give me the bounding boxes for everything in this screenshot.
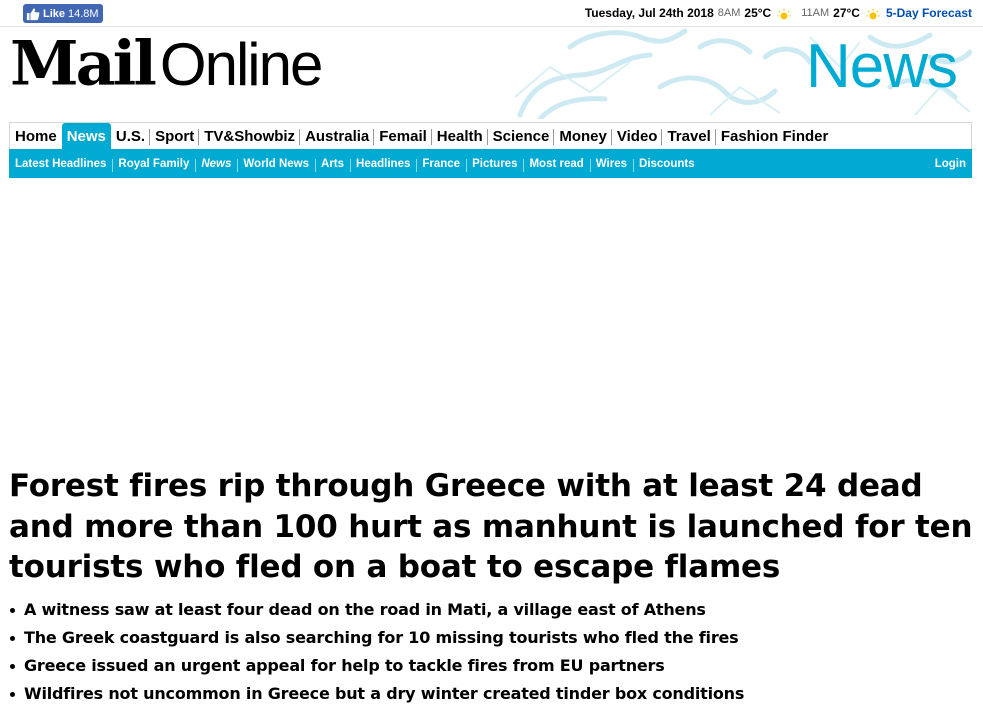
weather-widget: Tuesday, Jul 24th 2018 8AM 25°C 11AM 27°… xyxy=(585,6,972,20)
site-logo[interactable]: Mail Online xyxy=(10,27,323,100)
five-day-forecast-link[interactable]: 5-Day Forecast xyxy=(886,6,972,20)
channel-title: News xyxy=(805,32,958,101)
subnav-arts[interactable]: Arts xyxy=(315,158,350,172)
nav-item-fashion-finder[interactable]: Fashion Finder xyxy=(714,123,834,149)
subnav-discounts[interactable]: Discounts xyxy=(633,158,701,172)
subnav-world-news[interactable]: World News xyxy=(237,158,315,172)
article-summary-bullets: A witness saw at least four dead on the … xyxy=(9,596,974,708)
nav-item-video[interactable]: Video xyxy=(610,123,663,149)
subnav-wires[interactable]: Wires xyxy=(589,158,633,172)
summary-bullet: Greece issued an urgent appeal for help … xyxy=(9,652,974,680)
logo-online-text: Online xyxy=(159,31,323,98)
article-headline: Forest fires rip through Greece with at … xyxy=(9,468,973,585)
weather-time-2: 11AM xyxy=(801,7,830,19)
sun-icon xyxy=(866,8,880,22)
nav-item-travel[interactable]: Travel xyxy=(661,123,715,149)
top-bar: Like 14.8M Tuesday, Jul 24th 2018 8AM 25… xyxy=(0,0,983,27)
logo-mail-text: Mail xyxy=(10,27,157,100)
subnav-royal-family[interactable]: Royal Family xyxy=(112,158,195,172)
nav-item-australia[interactable]: Australia xyxy=(299,123,374,149)
primary-nav: Home News U.S. Sport TV&Showbiz Australi… xyxy=(9,122,972,149)
nav-item-sport[interactable]: Sport xyxy=(149,123,199,149)
nav-item-health[interactable]: Health xyxy=(430,123,488,149)
weather-temp-1: 25°C xyxy=(744,6,772,20)
nav-item-femail[interactable]: Femail xyxy=(373,123,432,149)
subnav-most-read[interactable]: Most read xyxy=(523,158,589,172)
summary-bullet: A witness saw at least four dead on the … xyxy=(9,596,974,624)
like-label: Like xyxy=(43,7,66,20)
subnav-pictures[interactable]: Pictures xyxy=(466,158,523,172)
thumbs-up-icon xyxy=(26,7,40,21)
summary-bullet: Wildfires not uncommon in Greece but a d… xyxy=(9,680,974,708)
nav-item-science[interactable]: Science xyxy=(486,123,555,149)
login-link[interactable]: Login xyxy=(929,158,972,170)
facebook-like-button[interactable]: Like 14.8M xyxy=(23,4,103,23)
nav-item-tv-showbiz[interactable]: TV&Showbiz xyxy=(198,123,300,149)
nav-item-home[interactable]: Home xyxy=(10,123,62,149)
masthead: Mail Online News xyxy=(0,27,983,119)
subnav-france[interactable]: France xyxy=(416,158,466,172)
sun-icon xyxy=(777,8,791,22)
nav-item-news[interactable]: News xyxy=(61,123,111,149)
nav-item-us[interactable]: U.S. xyxy=(111,123,150,149)
subnav-news[interactable]: News xyxy=(195,158,237,172)
weather-time-1: 8AM xyxy=(717,7,741,19)
weather-temp-2: 27°C xyxy=(833,6,860,20)
secondary-nav: Latest Headlines Royal Family News World… xyxy=(9,149,972,178)
like-count: 14.8M xyxy=(68,7,99,20)
subnav-latest-headlines[interactable]: Latest Headlines xyxy=(9,158,112,170)
current-date: Tuesday, Jul 24th 2018 xyxy=(584,6,714,20)
subnav-headlines[interactable]: Headlines xyxy=(350,158,416,172)
summary-bullet: The Greek coastguard is also searching f… xyxy=(9,624,974,652)
nav-item-money[interactable]: Money xyxy=(553,123,612,149)
